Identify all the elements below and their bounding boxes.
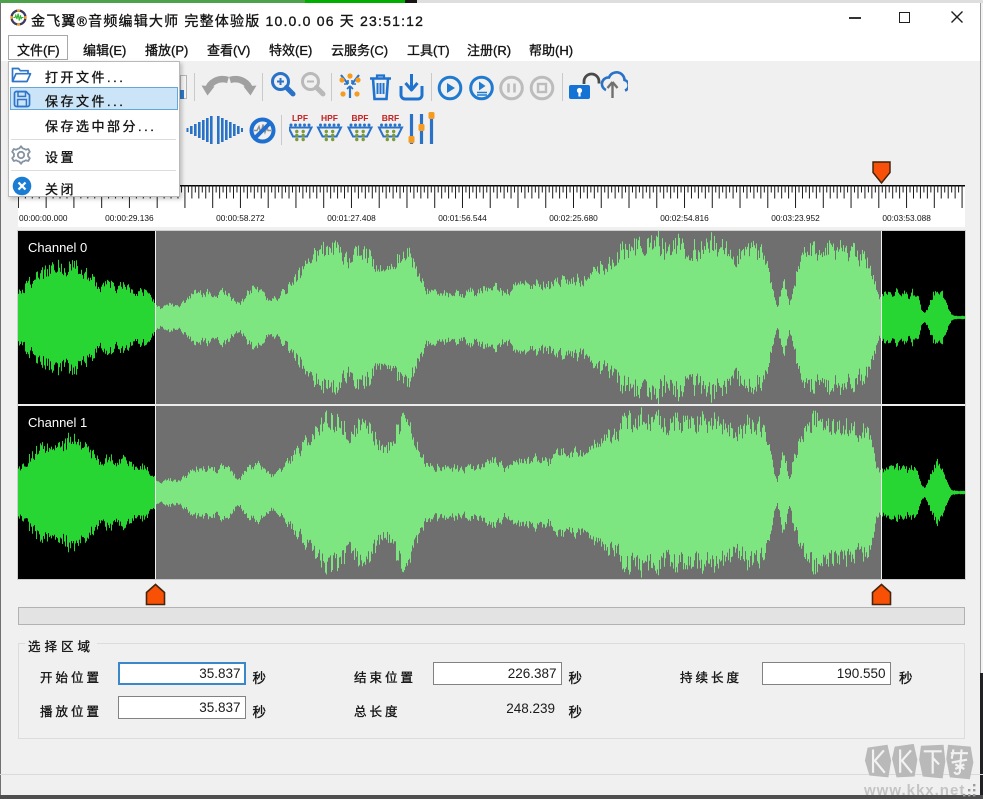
svg-text:00:00:29.136: 00:00:29.136 xyxy=(105,213,154,223)
svg-text:00:01:27.408: 00:01:27.408 xyxy=(327,213,376,223)
svg-text:00:03:23.952: 00:03:23.952 xyxy=(771,213,820,223)
svg-text:LPF: LPF xyxy=(292,113,308,123)
svg-text:BRF: BRF xyxy=(382,113,399,123)
svg-text:BPF: BPF xyxy=(352,113,369,123)
svg-text:00:00:00.000: 00:00:00.000 xyxy=(19,213,68,223)
svg-text:HPF: HPF xyxy=(321,113,338,123)
svg-text:00:02:25.680: 00:02:25.680 xyxy=(549,213,598,223)
svg-text:00:00:58.272: 00:00:58.272 xyxy=(216,213,265,223)
svg-text:00:03:53.088: 00:03:53.088 xyxy=(882,213,931,223)
svg-text:00:02:54.816: 00:02:54.816 xyxy=(660,213,709,223)
svg-text:00:01:56.544: 00:01:56.544 xyxy=(438,213,487,223)
